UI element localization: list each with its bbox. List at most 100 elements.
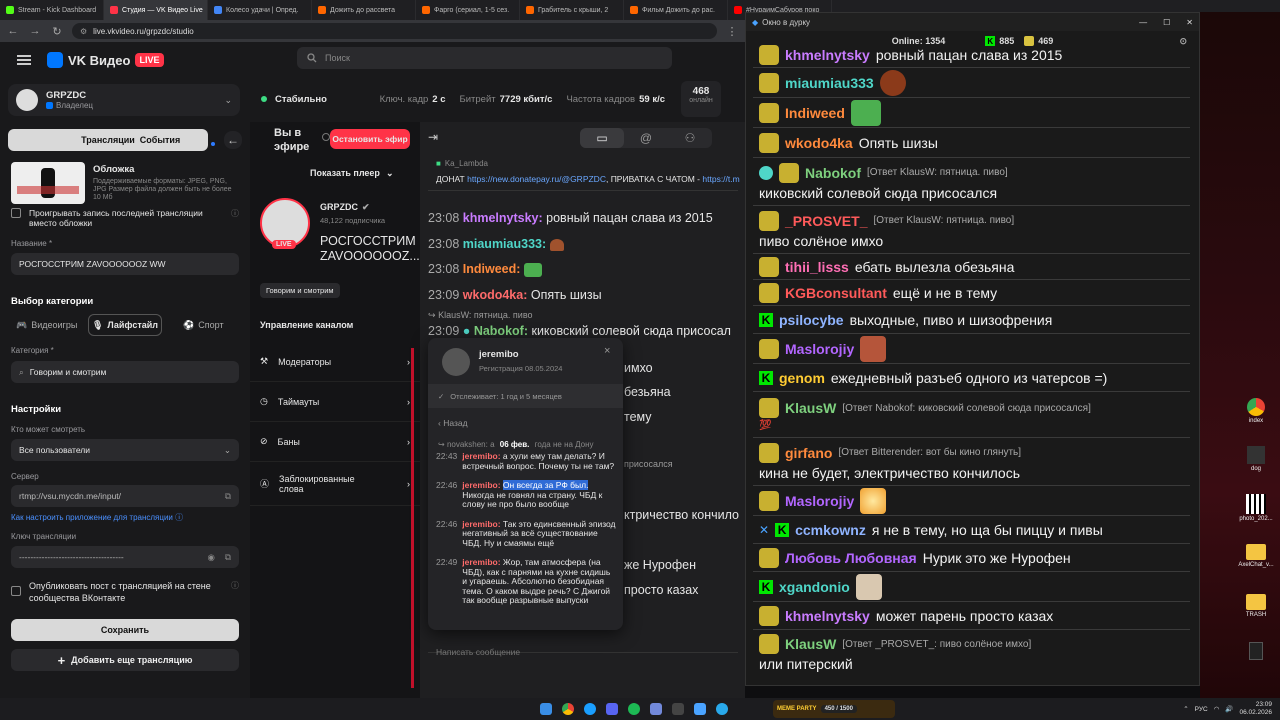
chat-user[interactable]: wkodo4ka: <box>463 288 528 302</box>
discord-icon[interactable] <box>606 703 618 715</box>
timeouts-row[interactable]: ◷ Таймауты › <box>250 382 420 422</box>
replay-checkbox[interactable] <box>11 208 21 218</box>
volume-icon[interactable]: 🔊 <box>1225 705 1233 713</box>
obs-icon[interactable] <box>672 703 684 715</box>
browser-tab-active[interactable]: Студия — VK Видео Live <box>104 0 208 20</box>
chat-expand-icon[interactable]: ⇥ <box>428 130 438 144</box>
desktop-icon-axelchat[interactable]: AxelChat_v... <box>1236 544 1276 568</box>
cat-tab-lifestyle[interactable]: 🎙 Лайфстайл <box>88 314 162 336</box>
publish-post-checkbox[interactable] <box>11 586 21 596</box>
publish-post-option[interactable]: Опубликовать пост с трансляцией на стене… <box>11 580 239 604</box>
telegram-icon[interactable] <box>716 703 728 715</box>
vk-user-icon <box>759 44 779 65</box>
back-link[interactable]: ‹ Назад <box>438 418 468 428</box>
desktop-icon-photo[interactable]: photo_202... <box>1236 494 1276 522</box>
tray-chevron-icon[interactable]: ⌃ <box>1183 705 1188 713</box>
overlay-message: Kpsilocybe выходные, пиво и шизофрения <box>753 306 1190 334</box>
browser-tab[interactable]: Stream - Kick Dashboard <box>0 0 104 20</box>
reload-icon[interactable]: ↻ <box>50 25 64 38</box>
clock-time[interactable]: 23:09 <box>1239 701 1272 709</box>
minimize-icon[interactable]: — <box>1139 18 1147 27</box>
cat-tab-sport[interactable]: ⚽ Спорт <box>168 320 239 331</box>
address-bar[interactable]: ⚙ live.vkvideo.ru/grpzdc/studio <box>72 23 717 39</box>
who-can-watch-select[interactable]: Все пользователи ⌄ <box>11 439 239 461</box>
wifi-icon[interactable]: ◠ <box>1214 705 1220 713</box>
close-icon[interactable]: × <box>604 345 610 357</box>
category-tag[interactable]: Говорим и смотрим <box>260 283 340 298</box>
chat-tab-mentions-icon[interactable]: @ <box>624 128 668 148</box>
chat-tab-messages-icon[interactable]: ▭ <box>580 128 624 148</box>
add-stream-button[interactable]: + Добавить еще трансляцию <box>11 649 239 671</box>
extensions-icon[interactable]: ⋮ <box>725 25 739 38</box>
stop-stream-button[interactable]: Остановить эфир <box>330 129 410 149</box>
popup-msg-highlight: Он всегда за РФ был. <box>502 480 589 490</box>
show-player-toggle[interactable]: Показать плеер ⌄ <box>310 168 393 179</box>
language-indicator[interactable]: РУС <box>1195 706 1208 713</box>
browser-tab[interactable]: Колесо удачи | Опред. <box>208 0 312 20</box>
back-arrow-icon[interactable]: ← <box>6 25 20 37</box>
cover-thumbnail[interactable] <box>11 162 85 204</box>
overlay-app-icon[interactable] <box>694 703 706 715</box>
copy-icon[interactable]: ⧉ <box>225 491 231 502</box>
menu-icon[interactable] <box>17 55 31 65</box>
chat-user[interactable]: khmelnytsky: <box>463 211 543 225</box>
bans-row[interactable]: ⊘ Баны › <box>250 422 420 462</box>
info-icon[interactable]: ⓘ <box>231 208 239 219</box>
chat-user[interactable]: Nabokof: <box>474 324 528 338</box>
howto-link[interactable]: Как настроить приложение для трансляции … <box>11 512 183 523</box>
site-info-icon[interactable]: ⚙ <box>80 27 87 36</box>
cat-lifestyle-label: Лайфстайл <box>107 320 159 330</box>
close-icon[interactable]: ✕ <box>1186 18 1193 27</box>
chat-line: 23:09 ● Nabokof: киковский солевой сюда … <box>428 324 745 338</box>
category-input[interactable]: ⌕ Говорим и смотрим <box>11 361 239 383</box>
eye-icon[interactable]: ◉ <box>208 552 215 563</box>
start-icon[interactable] <box>540 703 552 715</box>
desktop-icon-dog[interactable]: dog <box>1236 446 1276 472</box>
steam-icon[interactable] <box>584 703 596 715</box>
search-input[interactable]: Поиск <box>297 47 672 69</box>
forward-arrow-icon[interactable]: → <box>28 25 42 37</box>
pinned-link-2[interactable]: https://t.m <box>702 174 739 184</box>
kick-icon: K <box>759 579 773 594</box>
copy-icon[interactable]: ⧉ <box>225 552 231 563</box>
spotify-icon[interactable] <box>628 703 640 715</box>
app-icon[interactable] <box>650 703 662 715</box>
show-player-label: Показать плеер <box>310 168 380 178</box>
chrome-icon[interactable] <box>562 703 574 715</box>
clock-date[interactable]: 06.02.2026 <box>1239 709 1272 717</box>
cat-tab-games[interactable]: 🎮 Видеоигры <box>11 320 82 331</box>
maximize-icon[interactable]: ☐ <box>1163 18 1170 27</box>
stream-name-value: РОСГОССТРИМ ZAVOOOOOOZ WW <box>19 259 166 269</box>
chat-user[interactable]: Indiweed: <box>463 262 521 276</box>
replay-option[interactable]: Проигрывать запись последней трансляции … <box>11 208 239 228</box>
browser-tab[interactable]: Грабитель с крыши, 2 <box>520 0 624 20</box>
browser-tab[interactable]: Дожить до рассвета <box>312 0 416 20</box>
desktop-icon-file[interactable] <box>1236 642 1276 662</box>
channel-selector[interactable]: GRPZDC Владелец ⌄ <box>8 84 240 116</box>
chat-input[interactable]: Написать сообщение <box>436 647 520 657</box>
moderators-row[interactable]: ⚒ Модераторы › <box>250 342 420 382</box>
tab-events[interactable]: События <box>115 129 205 151</box>
info-icon[interactable]: ⓘ <box>231 580 239 591</box>
vk-video-logo[interactable]: VK Видео LIVE <box>47 52 164 68</box>
pinned-message: ДОНАТ https://new.donatepay.ru/@GRPZDC, … <box>436 174 741 184</box>
desktop-icon-trash[interactable]: TRASH <box>1236 594 1276 618</box>
server-field[interactable]: rtmp://vsu.mycdn.me/input/ ⧉ <box>11 485 239 507</box>
pinned-link[interactable]: https://new.donatepay.ru/@GRPZDC <box>467 174 606 184</box>
meme-party-widget[interactable]: MEME PARTY 450 / 1500 <box>773 700 895 718</box>
chat-user[interactable]: miaumiau333: <box>463 237 546 251</box>
overlay-message: ✕ Kccmkownz я не в тему, но ща бы пиццу и … <box>753 516 1190 544</box>
collapse-arrow-icon[interactable]: ← <box>224 131 242 149</box>
desktop-icon-index[interactable]: index <box>1236 398 1276 424</box>
browser-tab[interactable]: Фильм Дожить до рас. <box>624 0 728 20</box>
search-placeholder: Поиск <box>325 53 350 63</box>
verified-icon <box>759 165 773 180</box>
blocked-words-row[interactable]: Ⓐ Заблокированные слова › <box>250 462 420 506</box>
stream-name-input[interactable]: РОСГОССТРИМ ZAVOOOOOOZ WW <box>11 253 239 275</box>
chat-tab-users-icon[interactable]: ⚇ <box>668 128 712 148</box>
chevron-right-icon: › <box>407 436 410 447</box>
save-button[interactable]: Сохранить <box>11 619 239 641</box>
browser-tab[interactable]: Фарго (сериал, 1-5 сез. <box>416 0 520 20</box>
stream-key-field[interactable]: ------------------------------------- ◉ ⧉ <box>11 546 239 568</box>
bitrate-label: Битрейт <box>459 93 496 105</box>
